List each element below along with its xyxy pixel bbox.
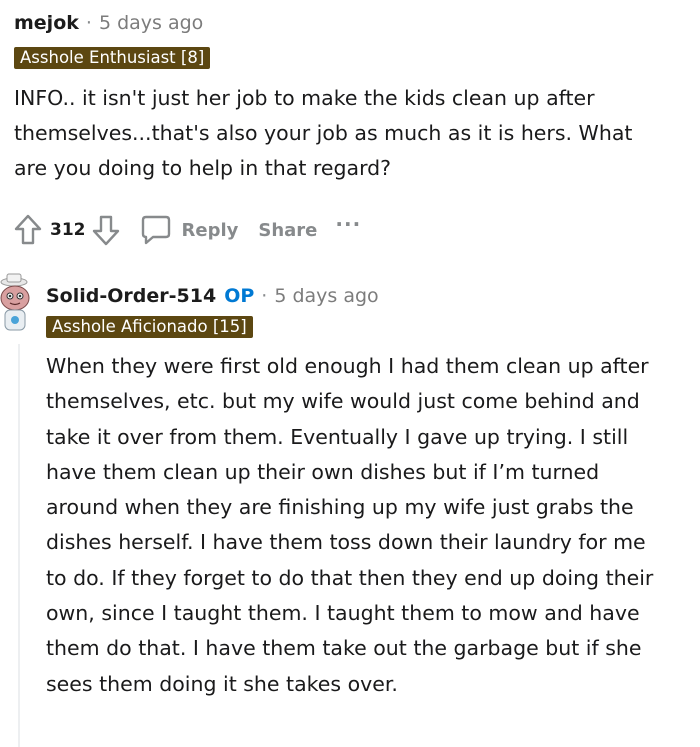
comment-meta: Solid-Order-514 OP · 5 days ago xyxy=(46,281,690,311)
meta-separator: · xyxy=(85,12,92,34)
thread-line[interactable] xyxy=(18,344,20,747)
more-options-button[interactable]: ··· xyxy=(335,212,361,236)
comment-timestamp[interactable]: 5 days ago xyxy=(274,285,378,307)
comment-action-bar: 312 Reply Share ··· xyxy=(12,207,361,253)
user-flair: Asshole Aficionado [15] xyxy=(46,316,253,338)
comment-body: INFO.. it isn't just her job to make the… xyxy=(14,86,633,180)
comment-timestamp[interactable]: 5 days ago xyxy=(99,12,203,34)
comment-body: When they were first old enough I had th… xyxy=(46,354,654,696)
op-badge: OP xyxy=(224,285,255,307)
speech-bubble-icon xyxy=(141,215,170,245)
comment-meta: mejok · 5 days ago xyxy=(14,8,690,38)
downvote-arrow-icon[interactable] xyxy=(90,210,122,250)
meta-separator: · xyxy=(261,285,268,307)
user-flair: Asshole Enthusiast [8] xyxy=(14,47,211,69)
share-label: Share xyxy=(258,219,318,241)
upvote-arrow-icon[interactable] xyxy=(12,210,44,250)
vote-score: 312 xyxy=(50,220,86,240)
share-button[interactable]: Share xyxy=(252,210,323,250)
comment-mejok: mejok · 5 days ago Asshole Enthusiast [8… xyxy=(14,8,690,186)
reply-label: Reply xyxy=(181,219,239,241)
snoo-avatar-icon[interactable] xyxy=(0,272,36,336)
comment-author[interactable]: mejok xyxy=(14,12,79,34)
reply-button[interactable]: Reply xyxy=(134,210,245,250)
comment-solid-order-514: Solid-Order-514 OP · 5 days ago Asshole … xyxy=(46,281,690,702)
comment-author[interactable]: Solid-Order-514 xyxy=(46,285,216,307)
